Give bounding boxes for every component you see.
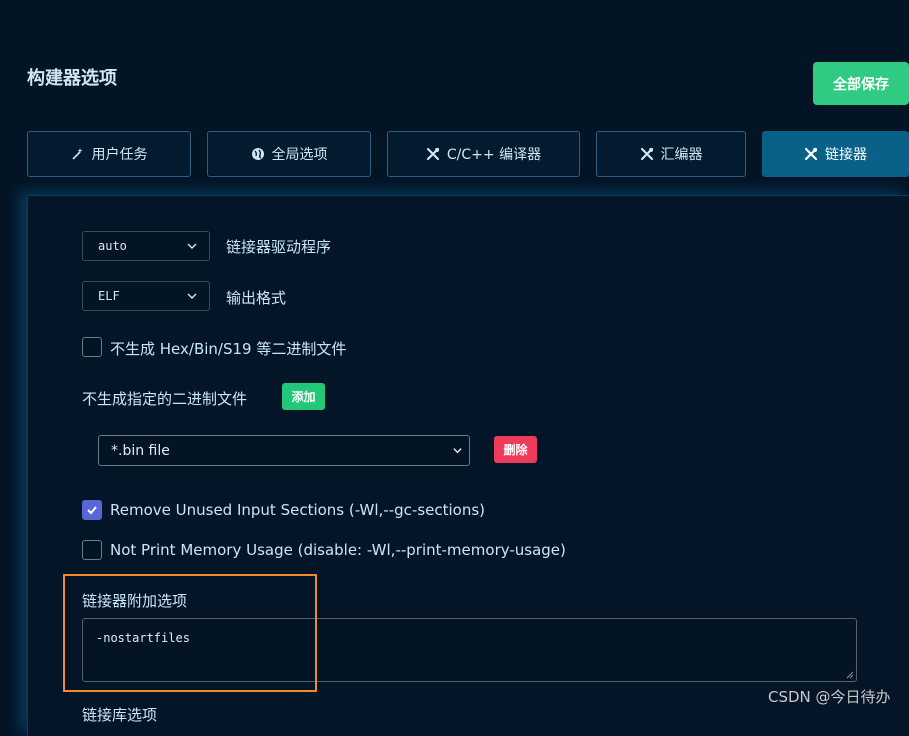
tab-label: C/C++ 编译器 bbox=[446, 147, 542, 163]
chevron-down-icon bbox=[187, 243, 197, 249]
globe-icon bbox=[251, 148, 264, 160]
tools-icon bbox=[640, 147, 653, 161]
tools-icon bbox=[804, 147, 818, 161]
tab-cpp-compiler[interactable]: C/C++ 编译器 bbox=[387, 131, 580, 177]
binary-type-select[interactable]: *.bin file bbox=[98, 435, 470, 466]
tab-assembler[interactable]: 汇编器 bbox=[596, 131, 746, 177]
watermark: CSDN @今日待办 bbox=[768, 688, 891, 706]
output-format-label: 输出格式 bbox=[226, 289, 287, 307]
tab-user-tasks[interactable]: 用户任务 bbox=[27, 131, 191, 177]
tools-icon bbox=[426, 147, 440, 161]
select-value: ELF bbox=[98, 289, 120, 303]
chevron-down-icon bbox=[187, 293, 197, 299]
add-button[interactable]: 添加 bbox=[282, 383, 325, 410]
resize-grip-icon[interactable] bbox=[846, 671, 854, 679]
tab-label: 用户任务 bbox=[91, 147, 148, 163]
tab-label: 汇编器 bbox=[660, 147, 703, 163]
no-binary-checkbox[interactable] bbox=[82, 337, 102, 357]
tab-linker[interactable]: 链接器 bbox=[762, 131, 909, 177]
checkmark-icon bbox=[87, 506, 97, 515]
gc-sections-checkbox[interactable] bbox=[82, 500, 102, 520]
output-format-select[interactable]: ELF bbox=[82, 281, 210, 311]
annotation-highlight-box bbox=[63, 574, 317, 692]
save-all-button[interactable]: 全部保存 bbox=[813, 62, 909, 105]
linker-driver-select[interactable]: auto bbox=[82, 231, 210, 261]
excluded-binaries-label: 不生成指定的二进制文件 bbox=[82, 390, 248, 408]
chevron-down-icon bbox=[453, 448, 462, 454]
no-print-memory-checkbox[interactable] bbox=[82, 540, 102, 560]
wand-icon bbox=[71, 148, 82, 160]
select-value: *.bin file bbox=[111, 442, 170, 459]
library-options-label: 链接库选项 bbox=[82, 706, 158, 724]
linker-driver-label: 链接器驱动程序 bbox=[226, 238, 332, 256]
no-print-memory-label: Not Print Memory Usage (disable: -Wl,--p… bbox=[110, 541, 566, 559]
gc-sections-label: Remove Unused Input Sections (-Wl,--gc-s… bbox=[110, 501, 486, 519]
tab-global-options[interactable]: 全局选项 bbox=[207, 131, 371, 177]
select-value: auto bbox=[98, 239, 127, 253]
tab-label: 全局选项 bbox=[271, 147, 328, 163]
page-title: 构建器选项 bbox=[27, 68, 117, 89]
no-binary-label: 不生成 Hex/Bin/S19 等二进制文件 bbox=[110, 340, 347, 358]
tab-label: 链接器 bbox=[825, 147, 867, 163]
delete-button[interactable]: 删除 bbox=[494, 436, 537, 463]
